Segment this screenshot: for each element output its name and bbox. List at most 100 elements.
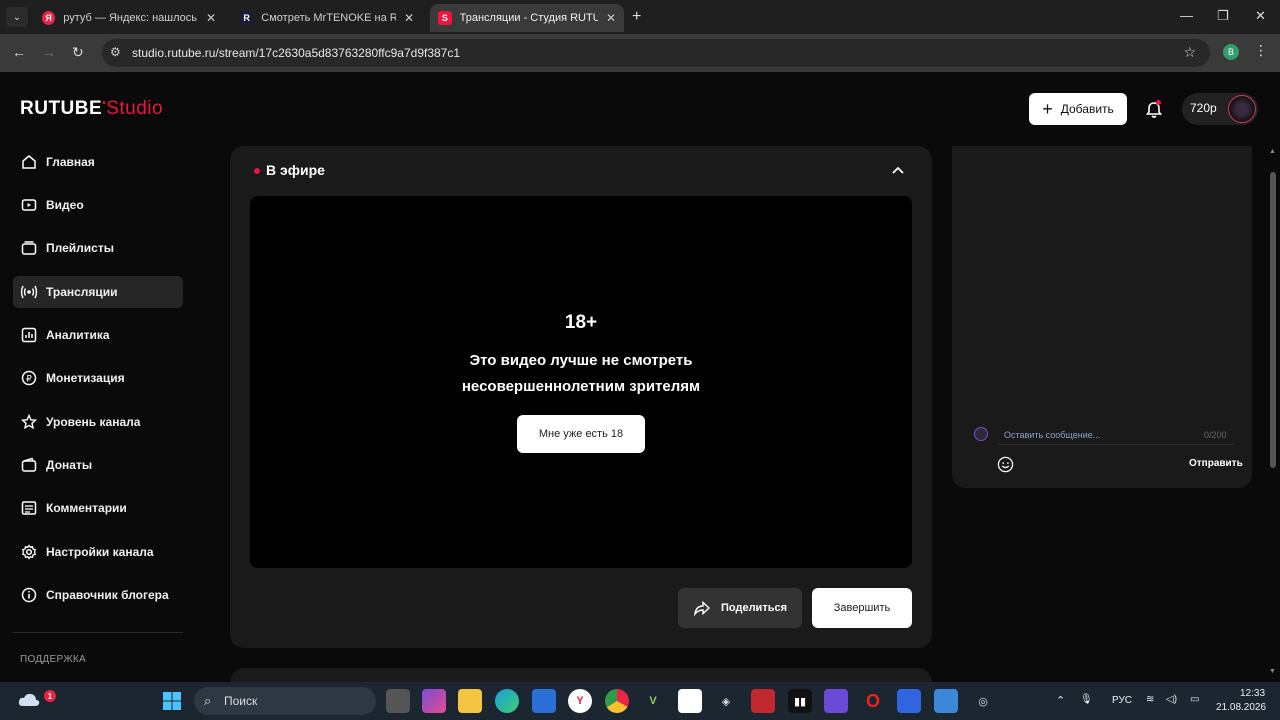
search-label: Поиск xyxy=(224,694,258,708)
add-button[interactable]: + Добавить xyxy=(1029,93,1127,125)
quality-account-button[interactable]: 720p xyxy=(1182,93,1258,125)
video-icon xyxy=(20,196,38,214)
rutube-studio-logo[interactable]: RUTUBE•Studio xyxy=(20,98,163,120)
sidebar-item-label: Настройки канала xyxy=(46,545,154,559)
task-view-icon[interactable] xyxy=(386,689,410,713)
close-tab-icon[interactable]: ✕ xyxy=(404,11,414,25)
app-steam-icon[interactable]: ◎ xyxy=(971,689,995,713)
url-text[interactable]: studio.rutube.ru/stream/17c2630a5d837632… xyxy=(132,46,460,60)
scroll-up-icon[interactable]: ▲ xyxy=(1269,148,1276,155)
browser-tab-rutube-watch[interactable]: R Смотреть MrTENOKE на RUTUBE ✕ xyxy=(232,4,422,32)
app-red-icon[interactable] xyxy=(751,689,775,713)
site-info-icon[interactable]: ⚙ xyxy=(110,45,121,59)
address-bar[interactable]: ⚙ studio.rutube.ru/stream/17c2630a5d8376… xyxy=(102,39,1210,67)
store-icon[interactable] xyxy=(532,689,556,713)
finish-stream-button[interactable]: Завершить xyxy=(812,588,912,628)
app-diamond-icon[interactable]: ◈ xyxy=(714,689,738,713)
yandex-favicon-icon: Я xyxy=(42,11,56,25)
bookmark-star-icon[interactable]: ☆ xyxy=(1183,44,1196,61)
age-warning-line2: несовершеннолетним зрителям xyxy=(461,378,701,395)
chat-char-counter: 0/200 xyxy=(1204,430,1227,440)
send-message-button[interactable]: Отправить xyxy=(1189,458,1243,469)
chevron-up-icon[interactable] xyxy=(890,162,906,178)
sidebar-item-label: Главная xyxy=(46,155,95,169)
rutube-favicon-icon: R xyxy=(240,11,254,25)
sidebar-item-donations[interactable]: Донаты xyxy=(13,449,183,481)
chat-message-input[interactable]: Оставить сообщение... xyxy=(1004,430,1100,440)
sidebar-item-playlists[interactable]: Плейлисты xyxy=(13,232,183,264)
back-icon[interactable]: ← xyxy=(12,44,26,60)
clock-date[interactable]: 21.08.2026 xyxy=(1216,702,1266,713)
tab-search-button[interactable]: ⌄ xyxy=(6,7,28,27)
live-indicator-dot xyxy=(254,168,260,174)
file-explorer-icon[interactable] xyxy=(458,689,482,713)
notifications-bell-icon[interactable] xyxy=(1144,100,1164,120)
app-bars-icon[interactable]: ▮▮ xyxy=(788,689,812,713)
notification-badge: 1 xyxy=(44,690,56,702)
opera-icon[interactable]: O xyxy=(861,689,885,713)
tray-overflow-icon[interactable]: ⌃ xyxy=(1056,694,1065,707)
sidebar-item-monetization[interactable]: ₽ Монетизация xyxy=(13,362,183,394)
share-button[interactable]: Поделиться xyxy=(678,588,802,628)
age-warning-line1: Это видео лучше не смотреть xyxy=(469,352,693,369)
emoji-icon[interactable] xyxy=(997,456,1014,473)
yandex-browser-icon[interactable]: Y xyxy=(568,689,592,713)
edge-browser-icon[interactable] xyxy=(495,689,519,713)
comments-icon xyxy=(20,499,38,517)
tab-title: Смотреть MrTENOKE на RUTUBE xyxy=(261,12,396,24)
minimize-icon[interactable]: — xyxy=(1180,8,1193,23)
sidebar-item-blogger-guide[interactable]: Справочник блогера xyxy=(13,579,183,611)
sidebar-item-channel-level[interactable]: Уровень канала xyxy=(13,406,183,438)
confirm-age-button[interactable]: Мне уже есть 18 xyxy=(517,415,645,453)
sidebar-item-label: Трансляции xyxy=(46,285,118,299)
volume-icon[interactable]: ◁) xyxy=(1166,694,1177,705)
clock-time[interactable]: 12:33 xyxy=(1240,688,1265,699)
sidebar-item-comments[interactable]: Комментарии xyxy=(13,492,183,524)
sidebar-item-home[interactable]: Главная xyxy=(13,146,183,178)
microphone-icon[interactable]: 🎙 xyxy=(1080,694,1093,705)
notepad-icon[interactable] xyxy=(934,689,958,713)
video-player[interactable]: 18+ Это видео лучше не смотреть несоверш… xyxy=(250,196,912,568)
maximize-icon[interactable]: ❐ xyxy=(1217,8,1229,24)
taskbar-search[interactable]: ⌕ Поиск xyxy=(194,687,376,715)
weather-widget-icon[interactable]: 1 xyxy=(16,686,56,712)
forward-icon[interactable]: → xyxy=(42,44,56,60)
windows-start-icon[interactable] xyxy=(160,689,184,713)
page-scrollbar[interactable]: ▲ ▼ xyxy=(1268,146,1280,682)
sidebar-item-broadcasts[interactable]: Трансляции xyxy=(13,276,183,308)
new-tab-icon[interactable]: + xyxy=(632,8,641,26)
sidebar-item-label: Уровень канала xyxy=(46,415,141,429)
scroll-down-icon[interactable]: ▼ xyxy=(1269,668,1276,675)
add-button-label: Добавить xyxy=(1060,102,1114,116)
star-icon xyxy=(20,413,38,431)
app-blue-icon[interactable] xyxy=(897,689,921,713)
battery-icon[interactable]: ▭ xyxy=(1190,694,1199,705)
home-icon xyxy=(20,153,38,171)
browser-tab-rutube-studio[interactable]: S Трансляции - Студия RUTUBE ✕ xyxy=(430,4,624,32)
scrollbar-thumb[interactable] xyxy=(1270,172,1276,468)
browser-tab-yandex[interactable]: Я рутуб — Яндекс: нашлось 5 ты ✕ xyxy=(34,4,224,32)
browser-menu-icon[interactable]: ⋮ xyxy=(1254,42,1268,59)
language-indicator[interactable]: РУС xyxy=(1112,695,1132,706)
sidebar-item-video[interactable]: Видео xyxy=(13,189,183,221)
app-cube-icon[interactable] xyxy=(824,689,848,713)
channel-avatar[interactable] xyxy=(1228,95,1256,123)
sidebar-item-channel-settings[interactable]: Настройки канала xyxy=(13,536,183,568)
close-tab-icon[interactable]: ✕ xyxy=(206,11,216,25)
studio-page: RUTUBE•Studio + Добавить 720p Главная Ви… xyxy=(0,72,1280,682)
wifi-icon[interactable]: ≋ xyxy=(1146,694,1154,705)
profile-avatar[interactable]: B xyxy=(1223,44,1239,60)
chrome-icon[interactable] xyxy=(605,689,629,713)
copilot-icon[interactable] xyxy=(422,689,446,713)
sidebar-item-analytics[interactable]: Аналитика xyxy=(13,319,183,351)
stock-chart-icon[interactable] xyxy=(678,689,702,713)
close-window-icon[interactable]: ✕ xyxy=(1255,8,1266,24)
reload-icon[interactable]: ↻ xyxy=(72,44,84,61)
close-tab-icon[interactable]: ✕ xyxy=(606,11,616,25)
age-rating: 18+ xyxy=(564,312,598,333)
wallet-icon xyxy=(20,456,38,474)
stream-status-title: В эфире xyxy=(266,162,325,178)
sidebar-item-label: Донаты xyxy=(46,458,93,472)
vim-icon[interactable]: V xyxy=(641,689,665,713)
browser-tab-bar: ⌄ Я рутуб — Яндекс: нашлось 5 ты ✕ R Смо… xyxy=(0,0,1280,34)
